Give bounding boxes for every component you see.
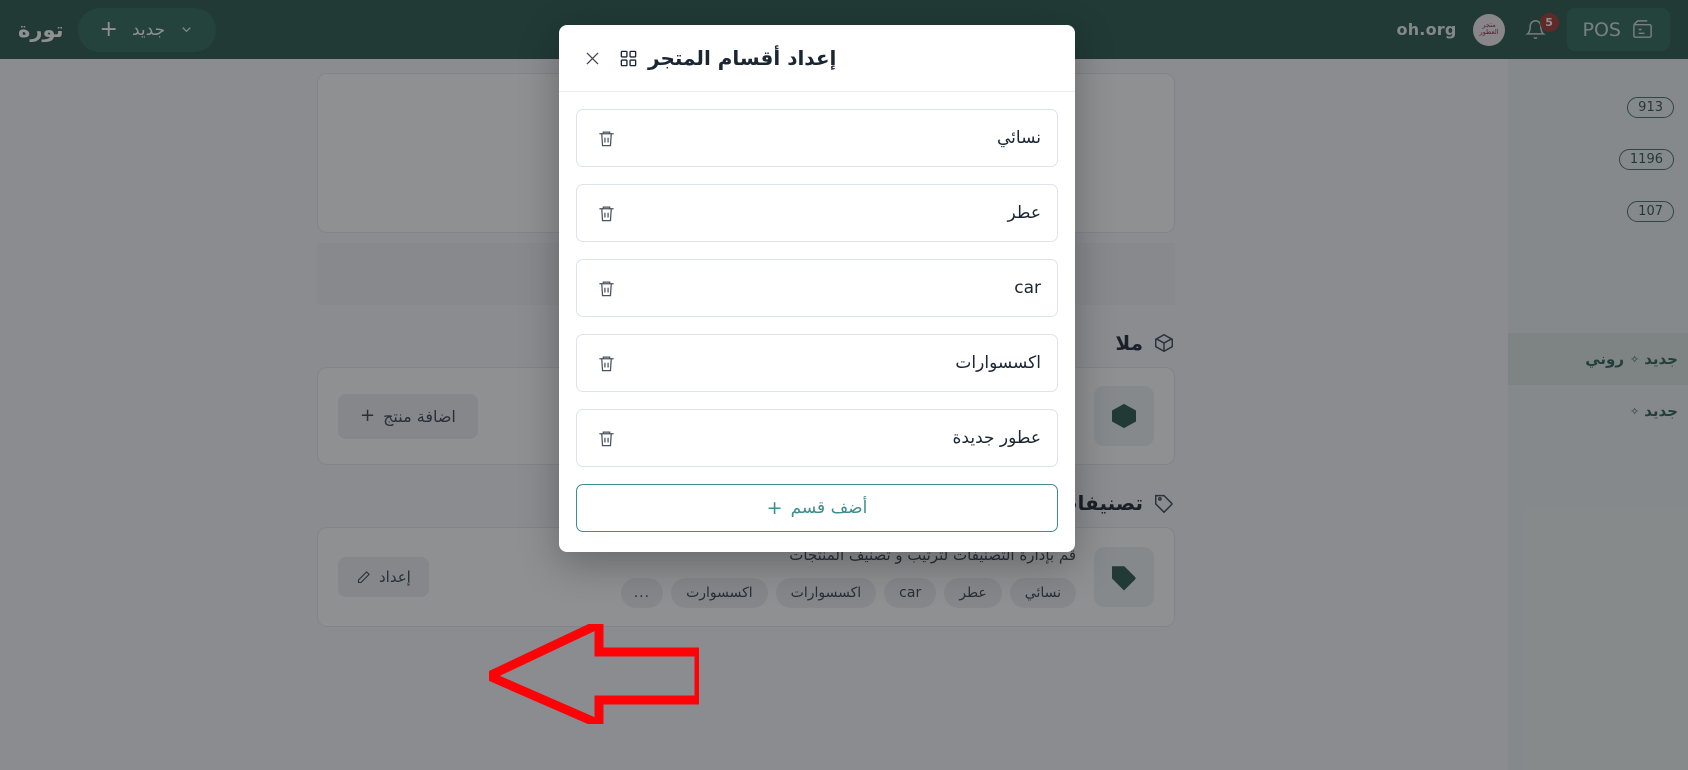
close-icon [586,52,598,64]
section-name: car [1014,278,1041,298]
trash-icon [598,281,614,296]
store-sections-modal: إعداد أقسام المتجر نسائي عطر car اكسسوار… [559,25,1075,552]
section-row[interactable]: عطر [576,184,1058,242]
plus-icon-section: + [766,496,783,519]
section-row[interactable]: عطور جديدة [576,409,1058,467]
section-row[interactable]: نسائي [576,109,1058,167]
section-row[interactable]: اكسسوارات [576,334,1058,392]
section-name: اكسسوارات [955,353,1041,373]
section-name: نسائي [997,128,1041,148]
delete-section-button[interactable] [593,275,619,301]
close-button[interactable] [577,43,607,73]
add-section-button[interactable]: أضف قسم + [576,484,1058,532]
trash-icon [598,206,614,221]
modal-body: نسائي عطر car اكسسوارات عطور جديدة أضف ق… [559,92,1075,552]
section-name: عطر [1007,203,1041,223]
add-section-label: أضف قسم [790,498,868,518]
trash-icon [598,431,614,446]
delete-section-button[interactable] [593,350,619,376]
grid-icon [620,50,637,66]
section-name: عطور جديدة [952,428,1041,448]
delete-section-button[interactable] [593,125,619,151]
trash-icon [598,131,614,146]
section-row[interactable]: car [576,259,1058,317]
modal-title: إعداد أقسام المتجر [579,46,1055,70]
delete-section-button[interactable] [593,425,619,451]
modal-header: إعداد أقسام المتجر [559,25,1075,92]
modal-title-label: إعداد أقسام المتجر [648,46,837,70]
delete-section-button[interactable] [593,200,619,226]
trash-icon [598,356,614,371]
